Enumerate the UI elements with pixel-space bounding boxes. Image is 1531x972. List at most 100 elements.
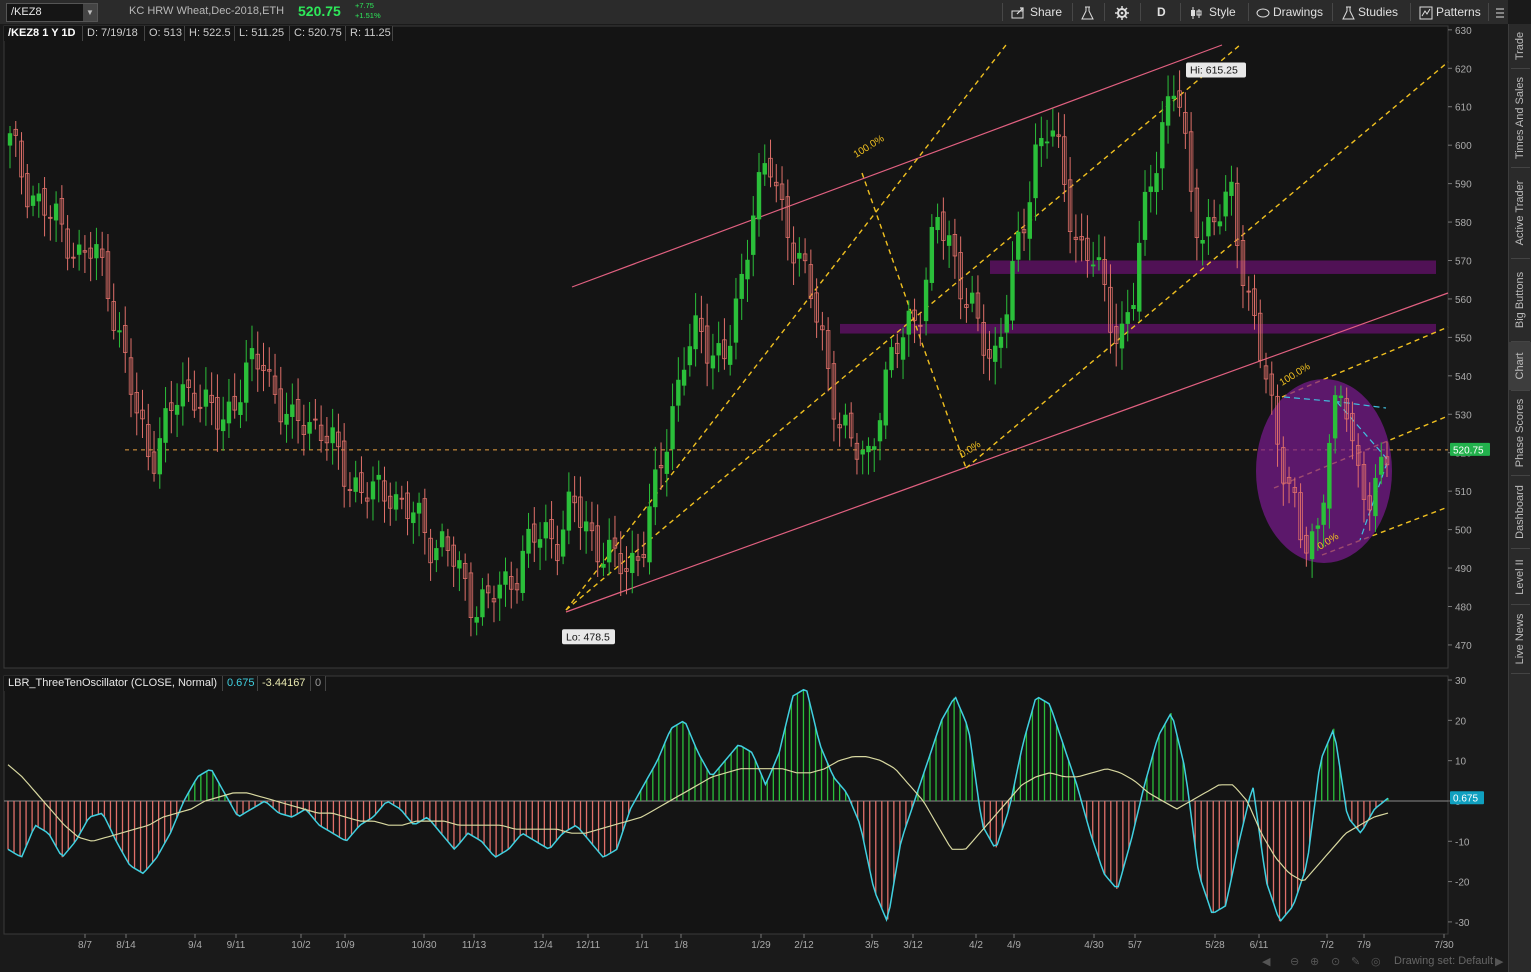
hi-label: Hi: 615.25 xyxy=(1190,65,1238,77)
sidebar-tab-dashboard[interactable]: Dashboard xyxy=(1509,476,1531,548)
candle-body xyxy=(36,193,42,202)
chart-area[interactable]: 4704804905005105205305405505605705805906… xyxy=(0,24,1508,972)
candle-body xyxy=(497,584,502,599)
studies-button[interactable]: Studies xyxy=(1342,2,1398,22)
candle-body xyxy=(756,172,762,220)
time-tick-label: 7/9 xyxy=(1357,940,1371,951)
candle-body xyxy=(1050,130,1056,137)
candle-body xyxy=(434,548,439,561)
price-tick-label: 570 xyxy=(1455,257,1472,268)
draw-icon[interactable]: ✎ xyxy=(1351,955,1360,968)
price-tick-label: 630 xyxy=(1455,26,1472,37)
candle-body xyxy=(630,552,635,574)
candle-body xyxy=(1160,122,1165,169)
price-tick-label: 580 xyxy=(1455,218,1472,229)
visibility-icon[interactable]: ◎ xyxy=(1371,955,1381,968)
sidebar-tab-times-and-sales[interactable]: Times And Sales xyxy=(1509,69,1531,167)
candle-body xyxy=(693,315,698,350)
candle-body xyxy=(1327,442,1332,509)
maximize-button[interactable] xyxy=(1495,2,1508,22)
current-osc-tag: 0.675 xyxy=(1453,794,1478,805)
zoom-out-icon[interactable]: ⊖ xyxy=(1290,955,1299,968)
symbol-dropdown-icon[interactable]: ▼ xyxy=(83,4,97,21)
candle-body xyxy=(1004,314,1009,333)
sidebar-tab-label: Big Buttons xyxy=(1514,271,1526,329)
candle-body xyxy=(601,564,606,568)
time-tick-label: 12/4 xyxy=(533,940,553,951)
candle-body xyxy=(1154,173,1159,193)
oscillator-name[interactable]: LBR_ThreeTenOscillator (CLOSE, Normal) xyxy=(4,676,223,691)
candle-body xyxy=(993,345,998,362)
zoom-in-icon[interactable]: ⊕ xyxy=(1310,955,1319,968)
price-tick-label: 610 xyxy=(1455,103,1472,114)
magnifier-icon[interactable]: ⊙ xyxy=(1331,955,1340,968)
drawings-button[interactable]: Drawings xyxy=(1256,2,1323,22)
info-close: C: 520.75 xyxy=(290,26,346,41)
timeframe-button[interactable]: D xyxy=(1157,2,1166,22)
gear-icon xyxy=(1115,5,1129,20)
sidebar-tab-live-news[interactable]: Live News xyxy=(1509,605,1531,673)
candle-body xyxy=(866,445,871,453)
time-tick-label: 5/7 xyxy=(1128,940,1142,951)
candle-body xyxy=(751,215,756,255)
candle-body xyxy=(94,244,99,259)
info-high: H: 522.5 xyxy=(185,26,235,41)
panel-icon xyxy=(1496,8,1504,18)
candle-body xyxy=(330,427,335,444)
osc-tick-label: -10 xyxy=(1455,837,1470,848)
sidebar-tab-label: Level II xyxy=(1514,558,1526,595)
candle-body xyxy=(180,384,186,407)
sidebar-tab-phase-scores[interactable]: Phase Scores xyxy=(1509,391,1531,475)
flask-button[interactable] xyxy=(1081,2,1097,22)
candle-body xyxy=(376,474,381,480)
toolbar-divider xyxy=(1002,3,1003,21)
candle-body xyxy=(647,506,652,563)
time-tick-label: 2/12 xyxy=(794,940,814,951)
price-tick-label: 550 xyxy=(1455,333,1472,344)
scroll-right-icon[interactable]: ▶ xyxy=(1495,955,1503,968)
net-change: +7.75 xyxy=(355,1,374,10)
style-button[interactable]: Style xyxy=(1190,2,1236,22)
patterns-button[interactable]: Patterns xyxy=(1419,2,1481,22)
drawing-set-label[interactable]: Drawing set: Default xyxy=(1394,955,1493,967)
candle-body xyxy=(244,362,249,403)
candle-body xyxy=(583,521,589,532)
time-tick-label: 8/7 xyxy=(78,940,92,951)
candle-body xyxy=(710,355,716,369)
candle-body xyxy=(929,226,935,283)
candle-body xyxy=(1033,144,1038,199)
candle-body xyxy=(733,298,739,343)
settings-button[interactable] xyxy=(1115,2,1132,22)
sidebar-tab-trade[interactable]: Trade xyxy=(1509,24,1531,68)
share-button[interactable]: Share xyxy=(1011,2,1062,22)
time-tick-label: 8/14 xyxy=(116,940,136,951)
candle-body xyxy=(290,404,295,417)
candle-body xyxy=(439,531,445,548)
candle-body xyxy=(76,244,82,255)
sidebar-tab-active-trader[interactable]: Active Trader xyxy=(1509,168,1531,258)
candle-body xyxy=(370,481,376,500)
oscillator-signal-value: -3.44167 xyxy=(258,676,311,691)
candle-body xyxy=(670,406,675,450)
sidebar-tab-level-ii[interactable]: Level II xyxy=(1509,549,1531,604)
candle-body xyxy=(1016,231,1021,260)
chart-toolbar: /KEZ8 ▼ KC HRW Wheat,Dec-2018,ETH 520.75… xyxy=(0,0,1508,25)
candle-body xyxy=(203,389,209,407)
time-tick-label: 9/11 xyxy=(227,940,246,951)
time-tick-label: 3/5 xyxy=(865,940,879,951)
candle-body xyxy=(872,446,877,450)
sidebar-tab-chart[interactable]: Chart xyxy=(1509,342,1531,390)
sidebar-tab-big-buttons[interactable]: Big Buttons xyxy=(1509,259,1531,341)
sidebar-tab-label: Active Trader xyxy=(1514,180,1526,246)
ellipse-icon xyxy=(1256,8,1270,18)
candle-body xyxy=(416,502,422,514)
scroll-left-icon[interactable]: ◀ xyxy=(1262,955,1270,968)
symbol-selector[interactable]: /KEZ8 ▼ xyxy=(6,3,98,22)
symbol-input[interactable]: /KEZ8 xyxy=(11,6,42,18)
candle-body xyxy=(606,539,612,563)
candle-body xyxy=(727,345,733,365)
candle-body xyxy=(163,408,168,443)
candle-body xyxy=(843,414,848,426)
time-tick-label: 7/2 xyxy=(1320,940,1334,951)
candle-body xyxy=(923,279,929,322)
